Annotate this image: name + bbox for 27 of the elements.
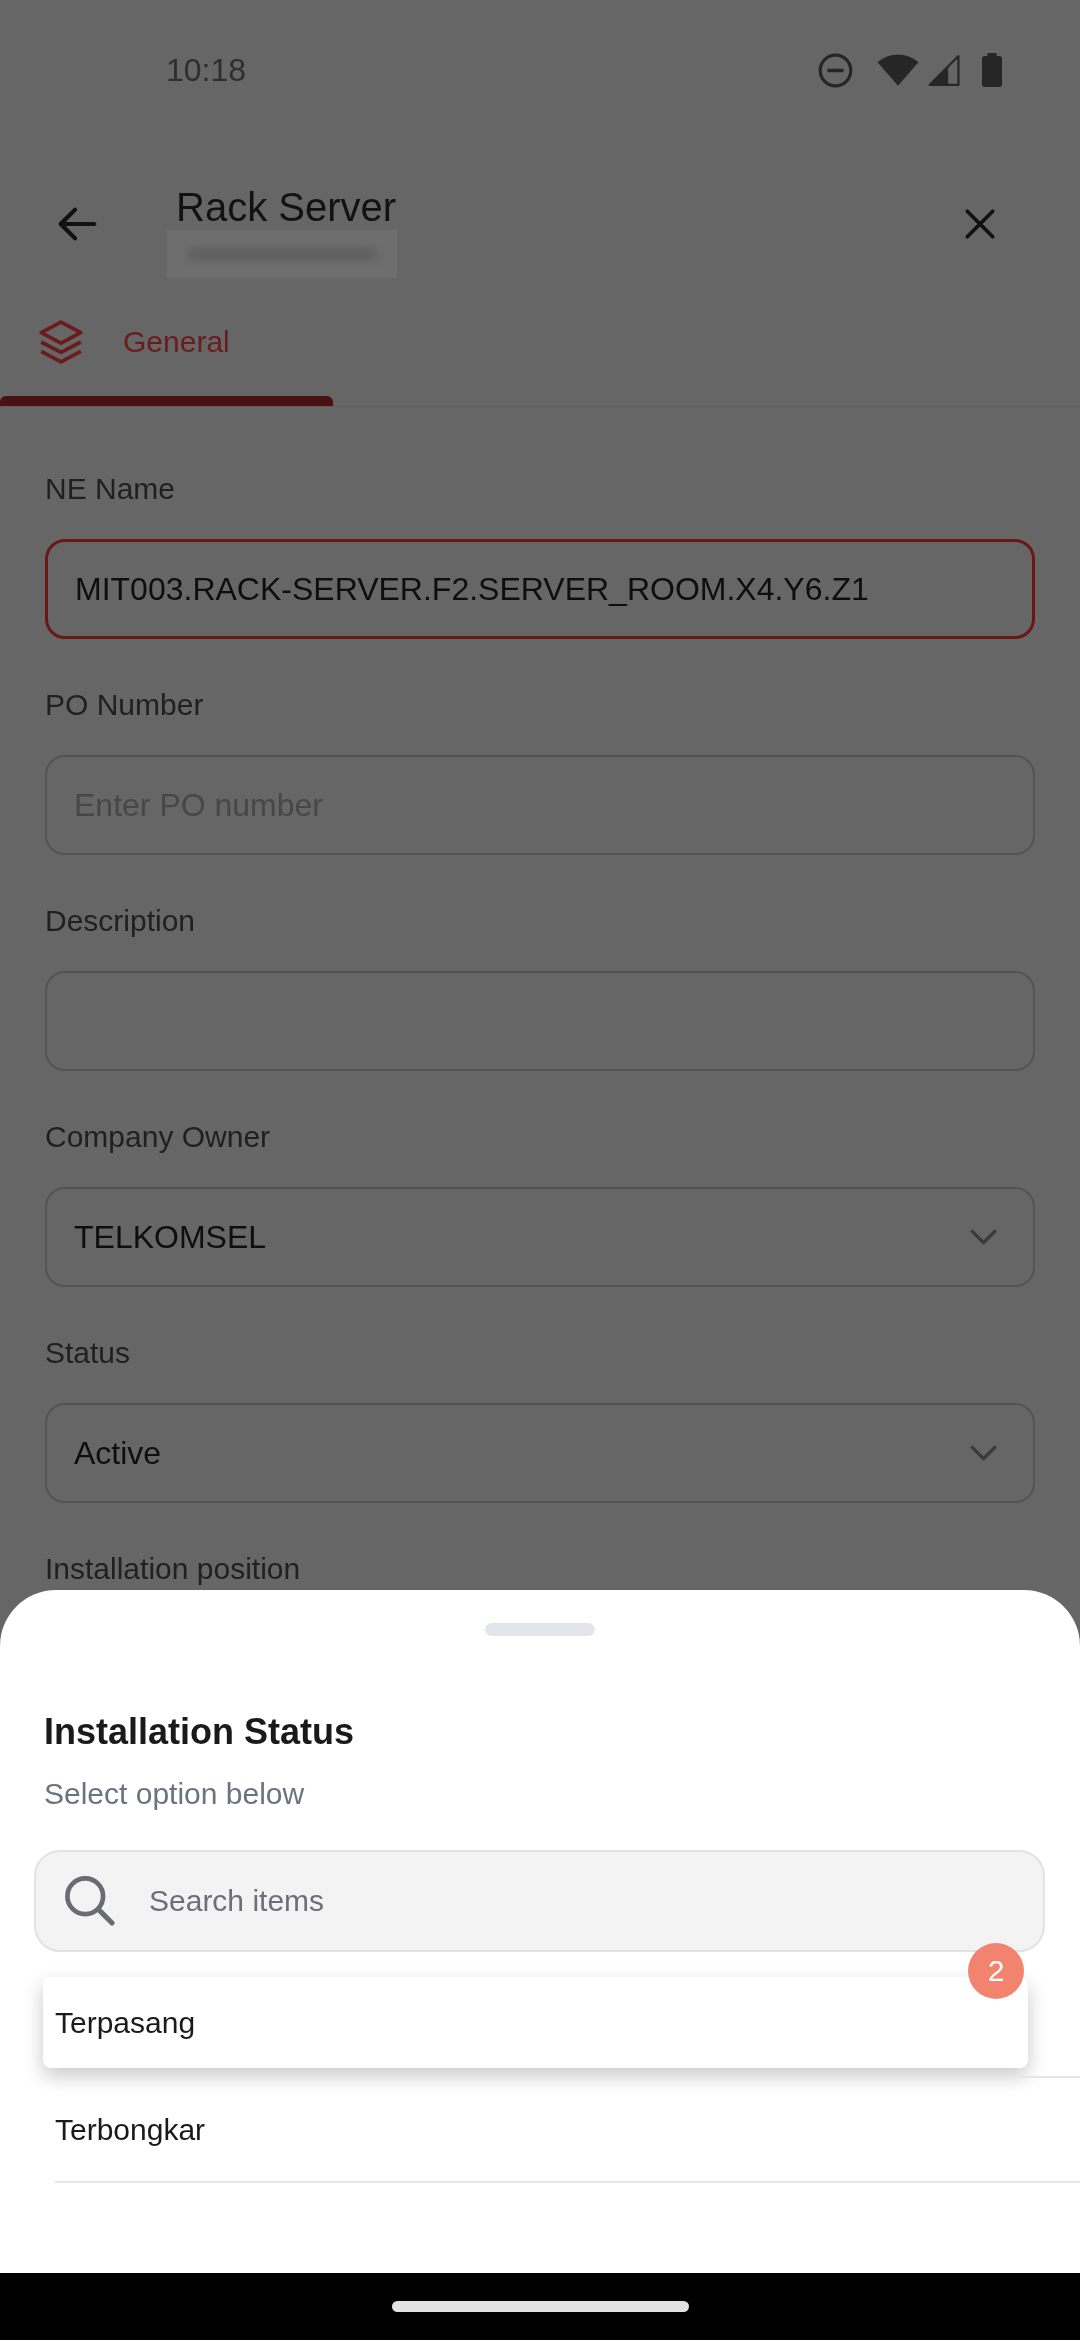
dropdown-field[interactable]: TELKOMSEL: [45, 1187, 1035, 1287]
field-label: NE Name: [45, 471, 176, 507]
field-label: Description: [45, 903, 196, 939]
input-field[interactable]: MIT003.RACK-SERVER.F2.SERVER_ROOM.X4.Y6.Z1: [45, 539, 1035, 639]
sheet-title: Installation Status: [44, 1710, 356, 1754]
status-time: 10:18: [166, 51, 247, 89]
home-indicator[interactable]: [391, 2301, 689, 2312]
chevron-down-icon: [970, 1229, 997, 1245]
drag-handle[interactable]: [485, 1623, 595, 1636]
sheet-subtitle: Select option below: [44, 1776, 306, 1812]
wifi-icon: [877, 54, 919, 86]
field-label: Installation position: [45, 1551, 301, 1587]
signal-icon: [927, 53, 961, 87]
layers-icon: [36, 317, 86, 367]
search-icon: [64, 1875, 115, 1926]
field-label: Company Owner: [45, 1119, 271, 1155]
dropdown-field[interactable]: Active: [45, 1403, 1035, 1503]
field-label: PO Number: [45, 687, 204, 723]
search-field[interactable]: Search items: [34, 1850, 1045, 1952]
screen-title: Rack Server: [176, 184, 397, 230]
close-icon: [963, 207, 997, 241]
field-label: Status: [45, 1335, 131, 1371]
tab[interactable]: General: [0, 308, 333, 406]
chevron-down-icon: [970, 1445, 997, 1461]
battery-icon: [981, 53, 1003, 87]
option-item[interactable]: Terbongkar: [55, 2078, 1080, 2181]
do-not-disturb-icon: [818, 52, 853, 88]
